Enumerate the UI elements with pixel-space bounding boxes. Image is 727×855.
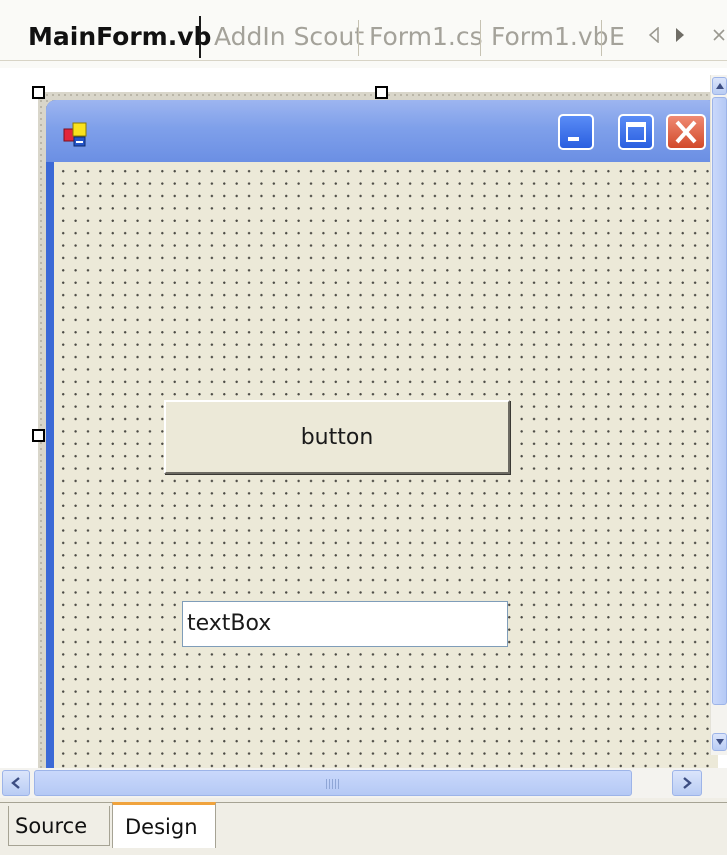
- form-titlebar[interactable]: [46, 100, 718, 162]
- close-button[interactable]: [666, 114, 706, 150]
- horizontal-scrollbar[interactable]: [0, 768, 727, 798]
- chevron-left-icon: [11, 777, 20, 789]
- minimize-icon: [568, 137, 579, 141]
- tab-source[interactable]: Source: [8, 806, 110, 846]
- view-tabs: Source Design: [0, 798, 727, 855]
- button-control[interactable]: button: [164, 400, 510, 474]
- vertical-scroll-thumb[interactable]: [712, 97, 727, 705]
- designer-surface[interactable]: button textBox: [0, 68, 727, 768]
- resize-grip-top-left[interactable]: [32, 86, 45, 99]
- close-icon: [675, 120, 697, 144]
- resize-grip-top-middle[interactable]: [375, 86, 388, 99]
- tab-overflow-partial[interactable]: E: [609, 14, 629, 60]
- maximize-icon: [626, 122, 646, 142]
- chevron-up-icon: [715, 83, 724, 89]
- view-tabs-baseline: [0, 802, 727, 803]
- scroll-left-icon[interactable]: [648, 27, 660, 43]
- tab-design[interactable]: Design: [112, 802, 216, 848]
- horizontal-scroll-thumb[interactable]: [34, 770, 632, 796]
- tab-form1-vb[interactable]: Form1.vb: [491, 14, 609, 60]
- vertical-scrollbar[interactable]: [710, 75, 727, 755]
- tab-strip-border: [0, 60, 727, 61]
- maximize-button[interactable]: [618, 114, 654, 150]
- tab-separator: [358, 20, 359, 56]
- scroll-up-button[interactable]: [712, 77, 727, 95]
- thumb-grip-lines: [326, 779, 340, 789]
- scroll-right-button[interactable]: [672, 770, 702, 796]
- textbox-control[interactable]: textBox: [182, 601, 508, 647]
- chevron-down-icon: [715, 739, 724, 745]
- form-icon: [63, 122, 87, 147]
- tab-separator: [199, 16, 201, 58]
- close-icon[interactable]: [712, 28, 726, 42]
- tab-mainform-vb[interactable]: MainForm.vb: [28, 14, 212, 60]
- form-window[interactable]: button textBox: [46, 100, 718, 768]
- tab-separator: [480, 20, 481, 56]
- tab-addin-scout[interactable]: AddIn Scout: [214, 14, 364, 60]
- scroll-down-button[interactable]: [712, 733, 727, 751]
- resize-grip-middle-left[interactable]: [32, 429, 45, 442]
- minimize-button[interactable]: [558, 114, 594, 150]
- scroll-right-icon[interactable]: [674, 27, 686, 43]
- tab-separator: [601, 20, 602, 56]
- scroll-left-button[interactable]: [2, 770, 30, 796]
- tab-form1-cs[interactable]: Form1.cs: [369, 14, 483, 60]
- document-tab-strip: MainForm.vb AddIn Scout Form1.cs Form1.v…: [0, 0, 727, 68]
- form-client-area[interactable]: button textBox: [54, 162, 718, 768]
- chevron-right-icon: [683, 777, 692, 789]
